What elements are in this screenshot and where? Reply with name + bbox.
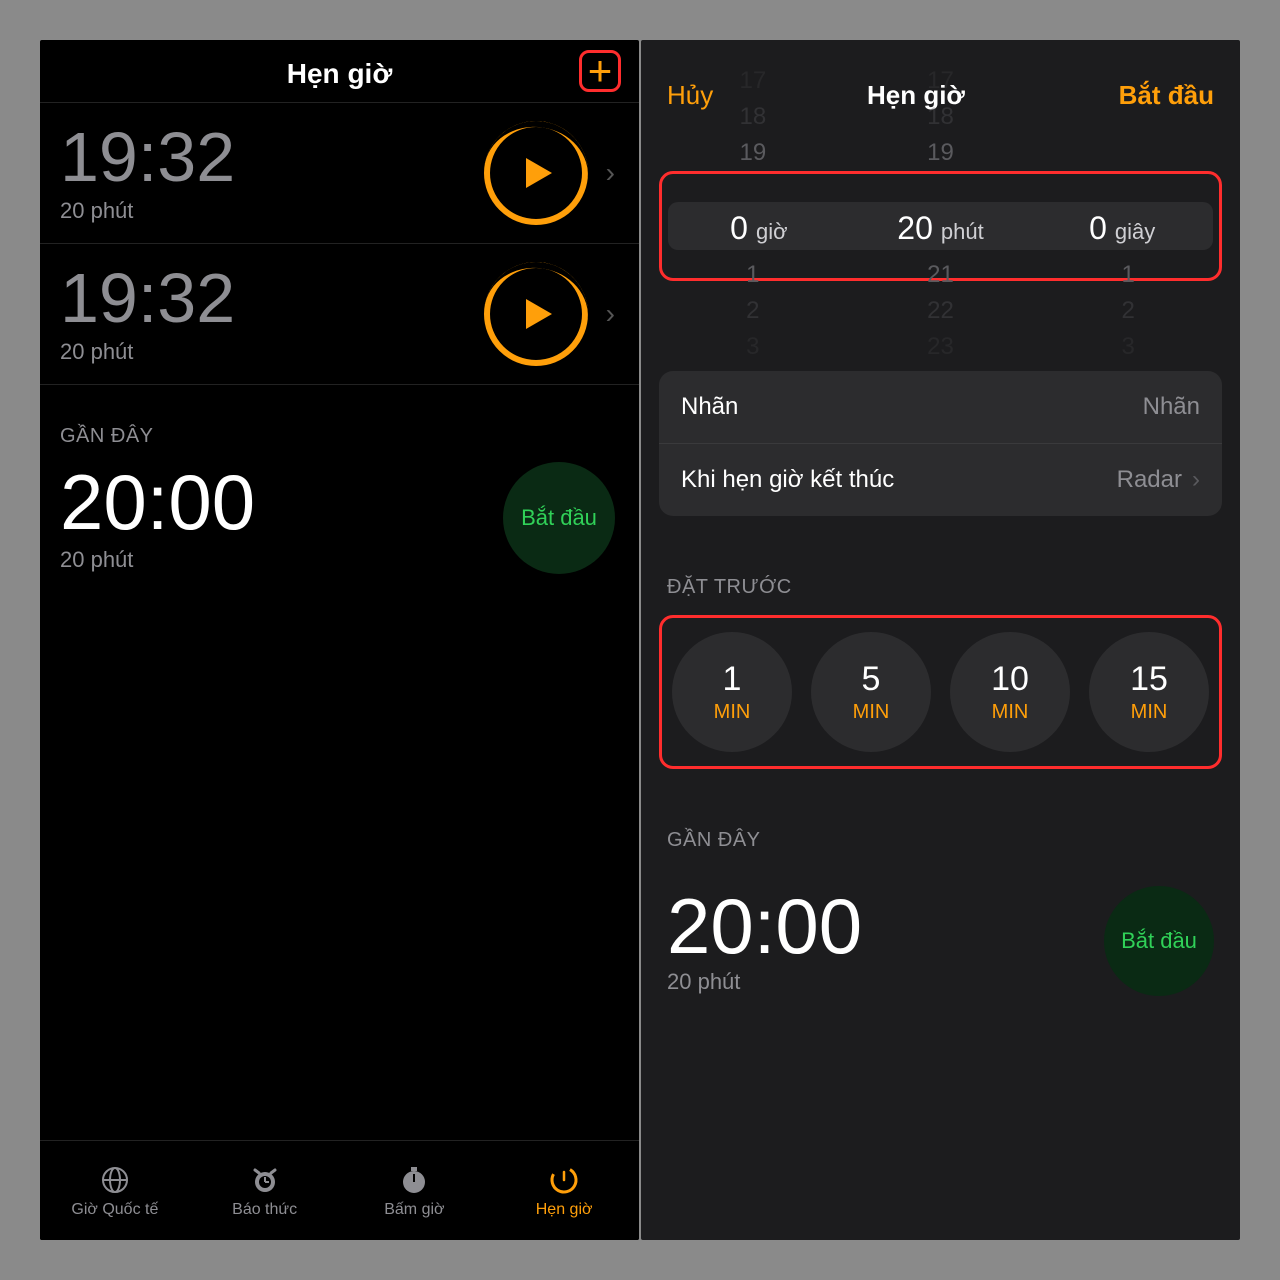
timer-duration: 20 phút [60, 339, 484, 365]
alarm-icon [250, 1163, 280, 1197]
preset-button[interactable]: 5MIN [811, 632, 931, 752]
timer-info: 19:32 20 phút [60, 263, 484, 365]
chevron-right-icon: › [606, 298, 615, 330]
tab-timer[interactable]: Hẹn giờ [489, 1141, 639, 1240]
chevron-right-icon: › [606, 157, 615, 189]
row-label: Khi hẹn giờ kết thúc [681, 466, 894, 494]
play-icon [524, 297, 554, 331]
row-label: Nhãn [681, 393, 738, 421]
section-header-recent: GẦN ĐÂY [40, 385, 639, 462]
stopwatch-icon [399, 1163, 429, 1197]
recent-timer-row[interactable]: 20:00 20 phút Bắt đầu [40, 462, 639, 574]
when-ends-row[interactable]: Khi hẹn giờ kết thúc Radar › [659, 443, 1222, 516]
start-button-top[interactable]: Bắt đầu [1119, 80, 1214, 111]
timer-duration: 20 phút [60, 198, 484, 224]
preset-button[interactable]: 10MIN [950, 632, 1070, 752]
preset-buttons: 1MIN 5MIN 10MIN 15MIN [659, 615, 1222, 769]
label-row[interactable]: Nhãn Nhãn [659, 371, 1222, 443]
play-icon [524, 156, 554, 190]
screen-timer-edit: Hủy Hẹn giờ Bắt đầu 171819 171819 0giờ 2… [641, 40, 1240, 1240]
row-value: Radar [1117, 466, 1182, 494]
chevron-right-icon: › [1192, 466, 1200, 494]
tab-label: Hẹn giờ [536, 1201, 593, 1219]
picker-hours-wheel[interactable] [662, 178, 848, 274]
tab-stopwatch[interactable]: Bấm giờ [340, 1141, 490, 1240]
start-button[interactable]: Bắt đầu [1104, 886, 1214, 996]
globe-icon [100, 1163, 130, 1197]
duration-picker[interactable]: 0giờ 20phút 0giây [659, 171, 1222, 281]
cancel-button[interactable]: Hủy [667, 80, 713, 111]
recent-time: 20:00 [667, 887, 862, 965]
screen-timer-list: Hẹn giờ + 19:32 20 phút › 19:32 20 phút … [40, 40, 639, 1240]
play-button[interactable] [484, 121, 588, 225]
modal-header: Hủy Hẹn giờ Bắt đầu [641, 40, 1240, 131]
picker-minutes-wheel[interactable] [848, 178, 1034, 274]
timer-remaining: 19:32 [60, 122, 484, 192]
settings-card: Nhãn Nhãn Khi hẹn giờ kết thúc Radar › [659, 371, 1222, 516]
timer-icon [549, 1163, 579, 1197]
timer-remaining: 19:32 [60, 263, 484, 333]
timer-row[interactable]: 19:32 20 phút › [40, 244, 639, 385]
recent-duration: 20 phút [667, 969, 862, 995]
picker-seconds-wheel[interactable] [1033, 178, 1219, 274]
tab-label: Bấm giờ [384, 1201, 444, 1219]
section-header-presets: ĐẶT TRƯỚC [641, 516, 1240, 615]
tab-world-clock[interactable]: Giờ Quốc tế [40, 1141, 190, 1240]
play-button[interactable] [484, 262, 588, 366]
start-button[interactable]: Bắt đầu [503, 462, 615, 574]
timer-row[interactable]: 19:32 20 phút › [40, 103, 639, 244]
recent-time: 20:00 [60, 463, 255, 541]
row-value: Nhãn [1143, 393, 1200, 421]
tab-label: Giờ Quốc tế [71, 1201, 158, 1219]
tab-label: Báo thức [232, 1201, 297, 1219]
preset-button[interactable]: 15MIN [1089, 632, 1209, 752]
preset-button[interactable]: 1MIN [672, 632, 792, 752]
recent-timer-row[interactable]: 20:00 20 phút Bắt đầu [641, 868, 1240, 996]
page-title: Hẹn giờ [287, 58, 392, 89]
page-title: Hẹn giờ [867, 80, 965, 111]
add-timer-button[interactable]: + [579, 50, 621, 92]
recent-duration: 20 phút [60, 547, 255, 573]
tab-alarm[interactable]: Báo thức [190, 1141, 340, 1240]
tab-bar: Giờ Quốc tế Báo thức Bấm giờ Hẹn giờ [40, 1140, 639, 1240]
nav-header: Hẹn giờ + [40, 40, 639, 102]
timer-info: 19:32 20 phút [60, 122, 484, 224]
section-header-recent: GẦN ĐÂY [641, 769, 1240, 868]
